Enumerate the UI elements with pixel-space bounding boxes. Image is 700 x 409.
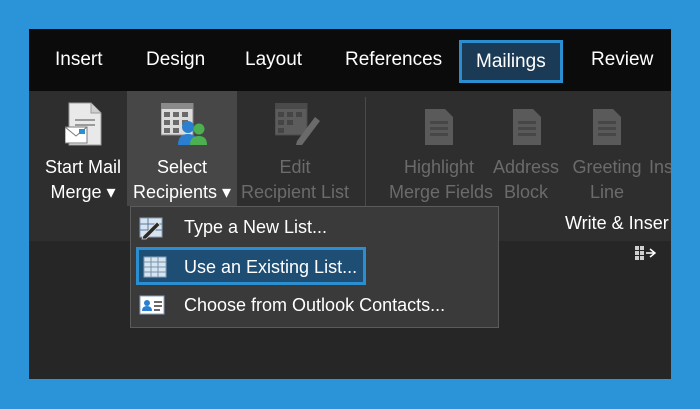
menu-item-outlook-contacts[interactable]: Choose from Outlook Contacts...	[131, 288, 498, 324]
start-mail-merge-label-1: Start Mail	[44, 157, 122, 177]
word-window: Insert Design Layout References Mailings…	[29, 29, 671, 379]
menu-item-outlook-contacts-label: Choose from Outlook Contacts...	[184, 295, 446, 315]
edit-recipient-list-label-2: Recipient List	[240, 182, 350, 202]
address-block-label-2: Block	[503, 182, 548, 202]
mail-merge-icon	[64, 101, 103, 152]
highlight-merge-fields-label-1: Highlight	[403, 157, 475, 177]
select-recipients-button[interactable]: Select Recipients ▾	[127, 91, 237, 211]
write-insert-group-label: Write & Inser	[565, 213, 669, 233]
highlight-merge-fields-button[interactable]: Highlight Merge Fields	[389, 91, 494, 211]
greeting-line-label-2: Line	[589, 182, 625, 202]
select-recipients-label-2: Recipients ▾	[132, 182, 232, 202]
address-block-button[interactable]: Address Block	[491, 91, 561, 211]
select-recipients-icon	[160, 102, 207, 150]
insert-merge-field-label: Ins	[649, 157, 671, 177]
start-mail-merge-button[interactable]: Start Mail Merge ▾	[37, 91, 129, 211]
ribbon-tab-bar: Insert Design Layout References Mailings…	[29, 29, 671, 91]
greeting-line-label-1: Greeting	[572, 157, 642, 177]
existing-list-icon	[143, 256, 167, 283]
tab-review[interactable]: Review	[591, 29, 653, 91]
menu-item-use-existing-list-label: Use an Existing List...	[184, 257, 358, 277]
highlight-fields-icon	[423, 107, 455, 152]
greeting-line-button[interactable]: Greeting Line	[567, 91, 647, 211]
grid-handle-icon	[634, 245, 657, 268]
highlight-merge-fields-label-2: Merge Fields	[389, 182, 494, 202]
address-block-icon	[511, 107, 543, 152]
menu-item-use-existing-list[interactable]: Use an Existing List...	[136, 247, 366, 285]
edit-recipient-list-label-1: Edit	[279, 157, 311, 177]
select-recipients-menu: Type a New List... Use an Existing List.…	[130, 206, 499, 328]
menu-item-type-new-list-label: Type a New List...	[184, 217, 328, 237]
tab-layout[interactable]: Layout	[245, 29, 302, 91]
menu-item-type-new-list[interactable]: Type a New List...	[131, 210, 498, 246]
contacts-icon	[139, 294, 165, 321]
address-block-label-1: Address	[492, 157, 560, 177]
start-mail-merge-label-2: Merge ▾	[50, 182, 116, 202]
edit-recipient-list-button[interactable]: Edit Recipient List	[235, 91, 355, 211]
tab-design[interactable]: Design	[146, 29, 205, 91]
edit-list-icon	[274, 102, 321, 150]
tab-references[interactable]: References	[345, 29, 442, 91]
new-list-icon	[139, 216, 165, 245]
insert-merge-field-button[interactable]: Ins	[649, 91, 671, 211]
greeting-line-icon	[591, 107, 623, 152]
select-recipients-label-1: Select	[156, 157, 208, 177]
tab-insert[interactable]: Insert	[55, 29, 103, 91]
tab-mailings[interactable]: Mailings	[459, 40, 563, 83]
